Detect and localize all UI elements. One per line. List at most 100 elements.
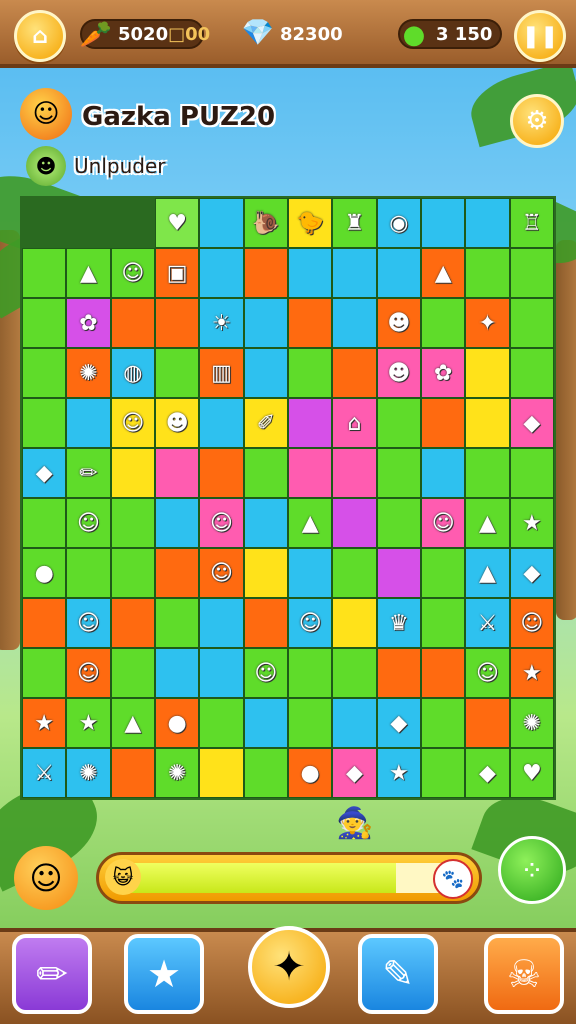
grid-cell[interactable] [376, 248, 421, 298]
grid-cell[interactable] [154, 598, 200, 648]
grid-cell[interactable]: ★ [509, 498, 554, 548]
pause-button[interactable]: ❚❚ [514, 10, 566, 62]
grid-cell[interactable] [22, 298, 67, 348]
grid-cell[interactable]: ● [154, 698, 200, 748]
grid-cell[interactable]: ▥ [199, 348, 244, 398]
grid-cell[interactable]: ◆ [376, 698, 421, 748]
grid-cell[interactable] [332, 548, 377, 598]
grid-cell[interactable]: ✐ [243, 398, 288, 448]
grid-cell[interactable] [332, 648, 377, 698]
grid-cell[interactable]: ◆ [509, 398, 554, 448]
grid-cell[interactable] [22, 398, 67, 448]
grid-cell[interactable]: ⚔ [465, 598, 510, 648]
grid-cell[interactable]: ☺ [199, 498, 244, 548]
grid-cell[interactable] [465, 448, 510, 498]
grid-cell[interactable]: ▣ [154, 248, 200, 298]
grid-cell[interactable]: ✦ [465, 298, 510, 348]
grid-cell[interactable] [287, 548, 333, 598]
grid-cell[interactable]: ♜ [332, 198, 377, 248]
grid-cell[interactable] [376, 548, 421, 598]
grid-cell[interactable]: ☀ [199, 298, 244, 348]
grid-cell[interactable]: ◆ [465, 748, 510, 798]
grid-cell[interactable] [332, 698, 377, 748]
grid-cell[interactable]: ◍ [110, 348, 155, 398]
grid-cell[interactable]: 🐤 [287, 198, 333, 248]
grid-cell[interactable] [154, 348, 200, 398]
wand-tool-button[interactable]: ✎ [358, 934, 438, 1014]
grid-cell[interactable]: ☺ [110, 398, 155, 448]
grid-cell[interactable] [465, 348, 510, 398]
grid-cell[interactable]: ◆ [509, 548, 554, 598]
grid-cell[interactable] [199, 748, 244, 798]
grid-cell[interactable]: ♥ [154, 198, 200, 248]
grid-cell[interactable] [465, 398, 510, 448]
grid-cell[interactable] [465, 698, 510, 748]
grid-cell[interactable] [154, 648, 200, 698]
grid-cell[interactable]: ◆ [22, 448, 67, 498]
grid-cell[interactable] [199, 448, 244, 498]
grid-cell[interactable] [420, 198, 466, 248]
grid-cell[interactable] [111, 198, 155, 248]
grid-cell[interactable]: ✺ [66, 748, 111, 798]
grid-cell[interactable]: ⌂ [332, 398, 377, 448]
grid-cell[interactable] [154, 298, 200, 348]
grid-cell[interactable] [199, 698, 244, 748]
grid-cell[interactable]: ☺ [66, 598, 111, 648]
settings-button[interactable]: ⚙ [510, 94, 564, 148]
grid-cell[interactable]: ☺ [509, 598, 554, 648]
grid-cell[interactable] [66, 548, 111, 598]
grid-cell[interactable]: ☺ [287, 598, 333, 648]
grid-cell[interactable] [110, 648, 155, 698]
grid-cell[interactable] [332, 448, 377, 498]
grid-cell[interactable]: ▲ [66, 248, 111, 298]
grid-cell[interactable]: ☺ [243, 648, 288, 698]
grid-cell[interactable]: ▲ [420, 248, 466, 298]
grid-cell[interactable]: ★ [509, 648, 554, 698]
grid-cell[interactable]: ★ [66, 698, 111, 748]
grid-cell[interactable] [287, 298, 333, 348]
grid-cell[interactable] [420, 648, 466, 698]
grid-cell[interactable]: ▲ [287, 498, 333, 548]
grid-cell[interactable]: ♖ [509, 198, 554, 248]
grid-cell[interactable]: ☻ [376, 298, 421, 348]
grid-cell[interactable] [22, 498, 67, 548]
grid-cell[interactable] [287, 698, 333, 748]
grid-cell[interactable] [420, 398, 466, 448]
pencil-tool-button[interactable]: ✏ [12, 934, 92, 1014]
grid-cell[interactable]: ✺ [66, 348, 111, 398]
grid-cell[interactable]: ● [22, 548, 67, 598]
grid-cell[interactable] [376, 648, 421, 698]
grid-cell[interactable] [420, 448, 466, 498]
grid-cell[interactable]: ☻ [376, 348, 421, 398]
grid-cell[interactable]: ◉ [376, 198, 421, 248]
grid-cell[interactable] [110, 298, 155, 348]
grid-cell[interactable] [243, 548, 288, 598]
grid-cell[interactable]: ☺ [199, 548, 244, 598]
grid-cell[interactable] [22, 248, 67, 298]
grid-cell[interactable] [420, 598, 466, 648]
grid-cell[interactable] [332, 248, 377, 298]
grid-cell[interactable] [287, 648, 333, 698]
grid-cell[interactable] [376, 448, 421, 498]
grid-cell[interactable]: ✿ [420, 348, 466, 398]
grid-cell[interactable] [243, 298, 288, 348]
grid-cell[interactable]: ● [287, 748, 333, 798]
grid-cell[interactable]: ⚔ [22, 748, 67, 798]
grid-cell[interactable] [66, 398, 111, 448]
grid-cell[interactable]: ★ [376, 748, 421, 798]
grid-cell[interactable] [376, 398, 421, 448]
grid-cell[interactable]: ☺ [465, 648, 510, 698]
grid-cell[interactable] [287, 248, 333, 298]
ghost-star-button[interactable]: ✦ [248, 926, 330, 1008]
grid-cell[interactable] [199, 598, 244, 648]
grid-cell[interactable] [199, 198, 244, 248]
grid-cell[interactable] [110, 548, 155, 598]
grid-cell[interactable] [243, 498, 288, 548]
grid-cell[interactable]: ♥ [509, 748, 554, 798]
grid-cell[interactable]: ✿ [66, 298, 111, 348]
grid-cell[interactable] [509, 298, 554, 348]
grid-cell[interactable]: ☺ [110, 248, 155, 298]
grid-cell[interactable] [199, 648, 244, 698]
grid-cell[interactable] [420, 298, 466, 348]
grid-cell[interactable] [66, 198, 110, 248]
